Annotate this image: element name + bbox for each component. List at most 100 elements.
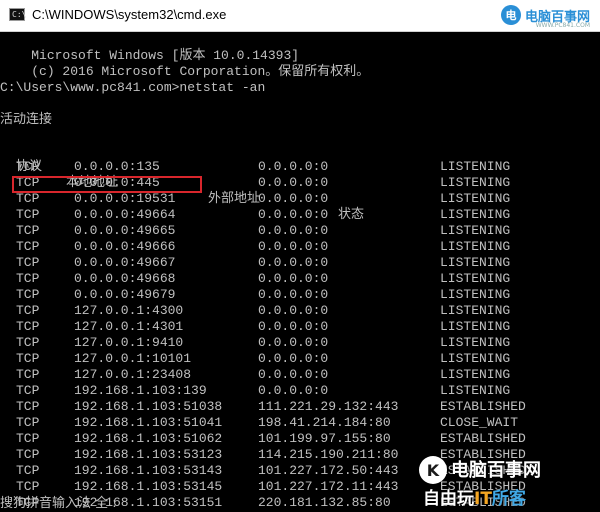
row-state: LISTENING [440, 239, 511, 254]
row-local-address: 0.0.0.0:135 [74, 159, 160, 174]
row-foreign-address: 111.221.29.132:443 [258, 399, 399, 414]
watermark-logo-icon: K [419, 456, 447, 484]
row-local-address: 0.0.0.0:49666 [74, 239, 176, 254]
row-protocol: TCP [16, 223, 40, 238]
cmd-icon-glyph: C:\ [12, 10, 27, 19]
cmd-icon: C:\ [9, 8, 27, 21]
row-state: LISTENING [440, 335, 511, 350]
row-local-address: 192.168.1.103:53123 [74, 447, 223, 462]
row-protocol: TCP [16, 271, 40, 286]
row-protocol: TCP [16, 463, 40, 478]
row-protocol: TCP [16, 399, 40, 414]
row-local-address: 127.0.0.1:4301 [74, 319, 184, 334]
row-foreign-address: 0.0.0.0:0 [258, 159, 329, 174]
table-row: TCP 127.0.0.1:4300 0.0.0.0:0 LISTENING [0, 303, 600, 319]
title-bar[interactable]: C:\ C:\WINDOWS\system32\cmd.exe 电 电脑百事网 … [0, 0, 600, 32]
row-foreign-address: 0.0.0.0:0 [258, 191, 329, 206]
row-state: LISTENING [440, 175, 511, 190]
table-row: TCP 192.168.1.103:51038 111.221.29.132:443… [0, 399, 600, 415]
table-row: TCP 192.168.1.103:51041 198.41.214.184:80 C… [0, 415, 600, 431]
row-state: LISTENING [440, 319, 511, 334]
row-local-address: 0.0.0.0:49664 [74, 207, 176, 222]
row-foreign-address: 0.0.0.0:0 [258, 287, 329, 302]
row-protocol: TCP [16, 479, 40, 494]
table-row: TCP 192.168.1.103:51062 101.199.97.155:80 E… [0, 431, 600, 447]
row-local-address: 192.168.1.103:53143 [74, 463, 223, 478]
table-row: TCP 0.0.0.0:49679 0.0.0.0:0 LISTENING [0, 287, 600, 303]
row-foreign-address: 0.0.0.0:0 [258, 271, 329, 286]
window-title: C:\WINDOWS\system32\cmd.exe [32, 7, 227, 22]
row-state: LISTENING [440, 287, 511, 302]
table-row: TCP 127.0.0.1:10101 0.0.0.0:0 LISTENING [0, 351, 600, 367]
table-row: TCP 192.168.1.103:139 0.0.0.0:0 LISTENING [0, 383, 600, 399]
row-protocol: TCP [16, 383, 40, 398]
row-state: LISTENING [440, 207, 511, 222]
row-state: CLOSE_WAIT [440, 415, 519, 430]
row-protocol: TCP [16, 447, 40, 462]
brand-mark-icon: 电 [500, 5, 521, 25]
ime-status: 搜狗拼音输入法 全 : [0, 496, 117, 511]
section-title: 活动连接 [0, 112, 53, 127]
row-state: LISTENING [440, 255, 511, 270]
row-protocol: TCP [16, 207, 40, 222]
row-state: LISTENING [440, 223, 511, 238]
row-local-address: 127.0.0.1:9410 [74, 335, 184, 350]
row-foreign-address: 0.0.0.0:0 [258, 335, 329, 350]
row-state: ESTABLISHED [440, 399, 526, 414]
row-local-address: 192.168.1.103:139 [74, 383, 207, 398]
row-foreign-address: 220.181.132.85:80 [258, 495, 391, 510]
row-protocol: TCP [16, 287, 40, 302]
row-local-address: 0.0.0.0:49667 [74, 255, 176, 270]
banner-line-1: Microsoft Windows [版本 10.0.14393] [31, 48, 300, 63]
row-foreign-address: 114.215.190.211:80 [258, 447, 399, 462]
console-output[interactable]: Microsoft Windows [版本 10.0.14393] (c) 20… [0, 31, 600, 512]
table-header: 协议 本地地址 外部地址 状态 [0, 143, 600, 222]
row-foreign-address: 0.0.0.0:0 [258, 239, 329, 254]
row-foreign-address: 0.0.0.0:0 [258, 223, 329, 238]
command-prompt: C:\Users\www.pc841.com>netstat -an [0, 80, 266, 95]
row-state: LISTENING [440, 303, 511, 318]
banner-line-2: (c) 2016 Microsoft Corporation。保留所有权利。 [31, 64, 370, 79]
table-row: TCP 0.0.0.0:49666 0.0.0.0:0 LISTENING [0, 239, 600, 255]
watermark: K 电脑百事网 自由玩IT所客 [419, 454, 594, 509]
row-protocol: TCP [16, 431, 40, 446]
table-row: TCP 0.0.0.0:49668 0.0.0.0:0 LISTENING [0, 271, 600, 287]
table-row: TCP 0.0.0.0:19531 0.0.0.0:0 LISTENING [0, 191, 600, 207]
table-row: TCP 127.0.0.1:9410 0.0.0.0:0 LISTENING [0, 335, 600, 351]
table-row: TCP 0.0.0.0:49667 0.0.0.0:0 LISTENING [0, 255, 600, 271]
row-local-address: 192.168.1.103:51038 [74, 399, 223, 414]
row-foreign-address: 0.0.0.0:0 [258, 367, 329, 382]
row-foreign-address: 0.0.0.0:0 [258, 303, 329, 318]
row-foreign-address: 0.0.0.0:0 [258, 383, 329, 398]
table-row: TCP 0.0.0.0:135 0.0.0.0:0 LISTENING [0, 159, 600, 175]
highlight-box [12, 176, 202, 193]
row-state: LISTENING [440, 351, 511, 366]
row-local-address: 0.0.0.0:49679 [74, 287, 176, 302]
row-protocol: TCP [16, 415, 40, 430]
table-row: TCP 127.0.0.1:23408 0.0.0.0:0 LISTENING [0, 367, 600, 383]
row-protocol: TCP [16, 239, 40, 254]
table-row: TCP 0.0.0.0:49664 0.0.0.0:0 LISTENING [0, 207, 600, 223]
watermark-top-text: 电脑百事网 [451, 460, 541, 481]
row-local-address: 127.0.0.1:23408 [74, 367, 192, 382]
row-local-address: 0.0.0.0:19531 [74, 191, 176, 206]
row-state: LISTENING [440, 191, 511, 206]
row-protocol: TCP [16, 255, 40, 270]
row-local-address: 192.168.1.103:51062 [74, 431, 223, 446]
row-state: LISTENING [440, 271, 511, 286]
row-local-address: 192.168.1.103:51041 [74, 415, 223, 430]
row-protocol: TCP [16, 367, 40, 382]
row-state: LISTENING [440, 159, 511, 174]
table-row: TCP 127.0.0.1:4301 0.0.0.0:0 LISTENING [0, 319, 600, 335]
brand-url: WWW.PC841.COM [535, 22, 590, 29]
row-state: LISTENING [440, 383, 511, 398]
row-foreign-address: 198.41.214.184:80 [258, 415, 391, 430]
row-foreign-address: 101.227.172.50:443 [258, 463, 399, 478]
row-protocol: TCP [16, 303, 40, 318]
row-protocol: TCP [16, 159, 40, 174]
row-protocol: TCP [16, 319, 40, 334]
row-local-address: 0.0.0.0:49668 [74, 271, 176, 286]
row-protocol: TCP [16, 351, 40, 366]
row-foreign-address: 0.0.0.0:0 [258, 255, 329, 270]
row-protocol: TCP [16, 191, 40, 206]
